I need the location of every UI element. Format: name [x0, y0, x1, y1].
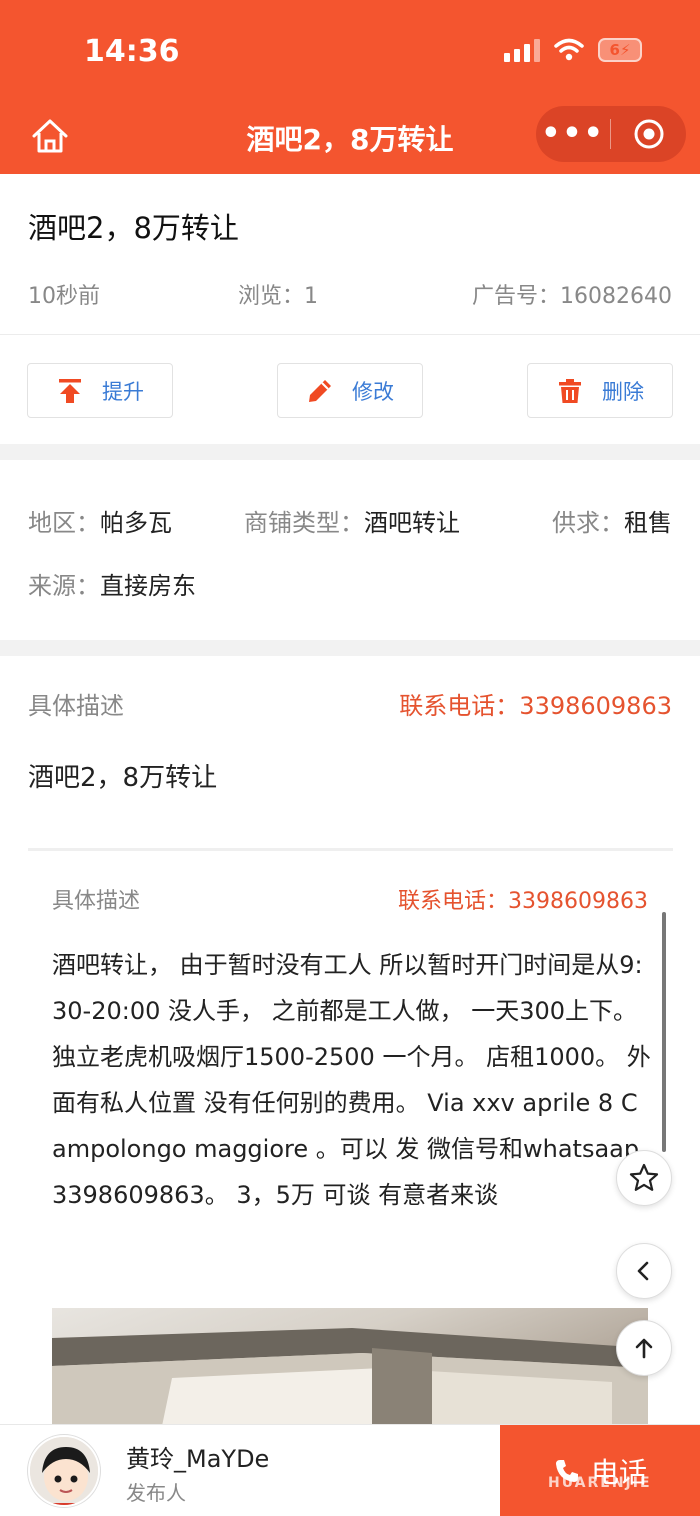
delete-label: 删除	[602, 379, 644, 404]
detail-label: 具体描述	[52, 889, 141, 914]
supply-label: 供求：	[552, 509, 624, 537]
avatar[interactable]	[28, 1435, 100, 1507]
arrow-up-icon	[635, 1338, 653, 1359]
trash-icon	[559, 378, 581, 403]
description-summary: 酒吧2，8万转让	[28, 763, 218, 793]
close-button[interactable]	[611, 118, 686, 150]
scrollbar[interactable]	[662, 912, 666, 1152]
scroll-top-button[interactable]	[616, 1320, 672, 1376]
source-value: 直接房东	[100, 572, 196, 600]
contact-phone[interactable]: 联系电话：3398609863	[399, 686, 672, 721]
shop-type-value: 酒吧转让	[364, 509, 460, 537]
view-count: 浏览：1	[238, 284, 318, 309]
back-button[interactable]	[616, 1243, 672, 1299]
shop-type-attr: 商铺类型：酒吧转让	[244, 503, 460, 538]
more-button[interactable]: •••	[536, 106, 610, 162]
edit-button[interactable]: 修改	[277, 363, 423, 418]
call-button[interactable]: 电话	[500, 1425, 700, 1516]
battery-icon: 6⚡	[598, 38, 642, 62]
promote-label: 提升	[102, 379, 144, 404]
divider	[0, 334, 700, 335]
edit-label: 修改	[352, 379, 394, 404]
delete-button[interactable]: 删除	[527, 363, 673, 418]
bottom-bar: 黄玲_MaYDe 发布人 电话	[0, 1424, 700, 1516]
source-attr: 来源：直接房东	[28, 566, 196, 601]
section-gap	[0, 640, 700, 656]
star-icon	[629, 1163, 659, 1191]
wifi-icon	[554, 38, 584, 61]
posted-time: 10秒前	[28, 284, 100, 309]
supply-value: 租售	[624, 509, 672, 537]
ad-title: 酒吧2，8万转让	[28, 211, 239, 245]
ad-number: 广告号：16082640	[472, 284, 672, 309]
status-icons: 6⚡	[504, 38, 642, 62]
section-gap	[0, 444, 700, 460]
region-label: 地区：	[28, 509, 100, 537]
detail-contact-phone[interactable]: 联系电话：3398609863	[398, 883, 648, 915]
poster-role: 发布人	[126, 1481, 186, 1505]
chevron-left-icon	[637, 1261, 649, 1281]
supply-attr: 供求：租售	[552, 503, 672, 538]
cartoon-avatar-icon	[30, 1437, 98, 1505]
region-attr: 地区：帕多瓦	[28, 503, 172, 538]
description-label: 具体描述	[28, 692, 124, 720]
poster-name: 黄玲_MaYDe	[126, 1445, 270, 1473]
divider	[28, 848, 673, 851]
source-label: 来源：	[28, 572, 100, 600]
top-header: 14:36 6⚡ 酒吧2，8万转让 •••	[0, 0, 700, 174]
signal-icon	[504, 38, 540, 62]
battery-level: 6	[609, 41, 620, 59]
pencil-icon	[309, 379, 331, 402]
mini-program-capsule: •••	[536, 106, 686, 162]
ceiling-photo-icon	[52, 1328, 648, 1426]
arrow-up-to-line-icon	[59, 378, 81, 403]
detail-text: 酒吧转让， 由于暂时没有工人 所以暂时开门时间是从9:30-20:00 没人手，…	[52, 951, 651, 1209]
favorite-button[interactable]	[616, 1150, 672, 1206]
target-icon	[634, 119, 663, 149]
region-value: 帕多瓦	[100, 509, 172, 537]
watermark: HUARENJIE	[548, 1475, 652, 1491]
shop-type-label: 商铺类型：	[244, 509, 364, 537]
status-time: 14:36	[84, 34, 180, 69]
promote-button[interactable]: 提升	[27, 363, 173, 418]
listing-photo[interactable]	[52, 1308, 648, 1426]
